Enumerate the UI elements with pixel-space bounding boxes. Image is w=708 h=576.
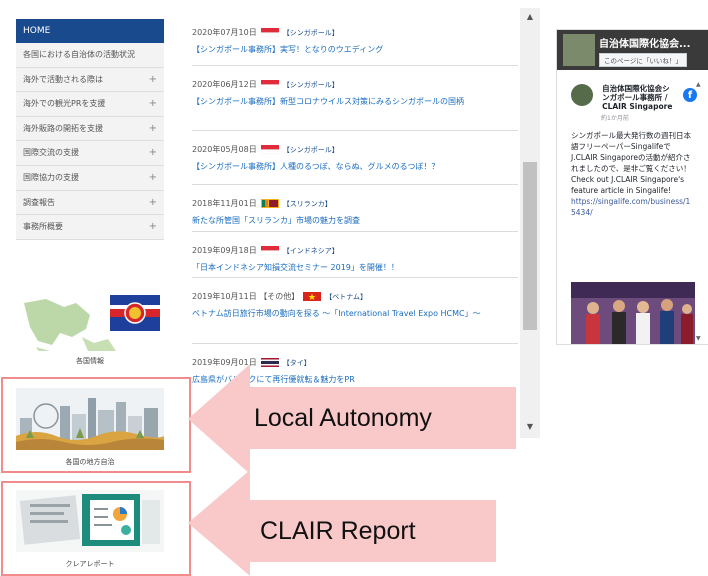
svg-text:▼: ▼ (696, 335, 701, 342)
expand-icon[interactable]: + (149, 191, 157, 215)
sidebar-item-label: 調査報告 (23, 197, 55, 207)
banner-caption: クレアレポート (65, 560, 115, 568)
facebook-page-widget: 自治体国際化協会... このページに「いいね！」 自治体国際化協会シンガポール事… (556, 29, 708, 345)
sidebar-item-overseas-activity[interactable]: 海外で活動される際は + (16, 68, 164, 93)
sidebar-item-sales-channel[interactable]: 海外販路の開拓を支援 + (16, 117, 164, 142)
expand-icon[interactable]: + (149, 68, 157, 92)
news-category: 【インドネシア】 (282, 246, 339, 255)
news-title-link[interactable]: 【シンガポール事務所】人種のるつぼ、ならぬ、グルメのるつぼ！？ (192, 160, 518, 173)
singapore-flag-icon (260, 145, 279, 155)
news-date: 2020年06月12日 (192, 80, 257, 89)
facebook-like-button[interactable]: このページに「いいね！」 (599, 53, 687, 67)
banner-caption: 各国の地方自治 (65, 458, 115, 466)
list-item[interactable]: 2020年06月12日 【シンガポール】 【シンガポール事務所】新型コロナウイル… (192, 66, 518, 131)
sidebar-item-label: 国際協力の支援 (23, 172, 79, 182)
sidebar-item-tourism-pr[interactable]: 海外での観光PRを支援 + (16, 92, 164, 117)
sidebar-item-intl-exchange[interactable]: 国際交流の支援 + (16, 141, 164, 166)
sidebar-item-label: 各国における自治体の活動状況 (23, 50, 135, 59)
sidebar-item-office-overview[interactable]: 事務所概要 + (16, 215, 164, 240)
news-title-link[interactable]: 「日本インドネシア知損交流セミナー 2019」を開催！！ (192, 261, 518, 274)
news-date: 2020年07月10日 (192, 28, 257, 37)
news-category: 【ベトナム】 (325, 292, 368, 301)
banner-local-autonomy[interactable]: 各国の地方自治 (16, 388, 164, 467)
thailand-flag-icon (260, 358, 279, 367)
news-category: 【シンガポール】 (282, 145, 339, 154)
news-category: 【タイ】 (282, 358, 311, 367)
expand-icon[interactable]: + (149, 166, 157, 190)
callout-arrow-clair-report (188, 470, 250, 576)
cityscape-image (16, 388, 164, 450)
news-title-link[interactable]: 【シンガポール事務所】新型コロナウイルス対策にみるシンガポールの国柄 (192, 95, 518, 108)
report-documents-image (16, 490, 164, 552)
avatar[interactable] (571, 84, 593, 106)
list-item[interactable]: 2020年05月08日 【シンガポール】 【シンガポール事務所】人種のるつぼ、な… (192, 131, 518, 185)
sidebar-item-intl-cooperation[interactable]: 国際協力の支援 + (16, 166, 164, 191)
news-category: 【シンガポール】 (282, 80, 339, 89)
sidebar-item-label: 海外販路の開拓を支援 (23, 123, 103, 133)
post-link[interactable]: https://singalife.com/business/15434/ (571, 196, 695, 218)
banner-country-info[interactable]: 各国情報 (16, 293, 164, 366)
sidebar-item-label: 事務所概要 (23, 222, 63, 232)
post-author[interactable]: 自治体国際化協会シンガポール事務所 / CLAIR Singapore (602, 84, 674, 111)
callout-label-clair-report: CLAIR Report (260, 517, 416, 545)
facebook-widget-scrollbar[interactable]: ▲ ▼ (695, 78, 703, 343)
singapore-flag-icon (260, 28, 279, 38)
news-category: 【シンガポール】 (282, 28, 339, 37)
banner-clair-report[interactable]: クレアレポート (16, 490, 164, 569)
svg-text:▲: ▲ (696, 81, 701, 88)
expand-icon[interactable]: + (149, 141, 157, 165)
srilanka-flag-icon (260, 199, 279, 208)
sidebar-item-label: 海外での観光PRを支援 (23, 99, 106, 109)
vietnam-flag-icon (303, 292, 322, 301)
news-list: 2020年07月10日 【シンガポール】 【シンガポール事務所】実写！となりのウ… (192, 14, 518, 392)
list-item[interactable]: 2019年10月11日 【その他】 【ベトナム】 ベトナム訪日旅行市場の動向を探… (192, 278, 518, 344)
sidebar-nav: HOME 各国における自治体の活動状況 海外で活動される際は + 海外での観光P… (16, 19, 164, 240)
news-date: 2018年11月01日 (192, 199, 257, 208)
news-date: 2019年09月18日 (192, 246, 257, 255)
post-photo[interactable] (571, 282, 695, 344)
news-title-link[interactable]: 新たな所管国「スリランカ」市場の魅力を調査 (192, 214, 518, 227)
list-item[interactable]: 2018年11月01日 【スリランカ】 新たな所管国「スリランカ」市場の魅力を調… (192, 185, 518, 232)
expand-icon[interactable]: + (149, 117, 157, 141)
news-date: 2020年05月08日 (192, 145, 257, 154)
post-timestamp[interactable]: 約1か月前 (601, 113, 695, 122)
scrollbar-thumb[interactable] (523, 162, 537, 330)
indonesia-flag-icon (260, 246, 279, 256)
callout-label-local-autonomy: Local Autonomy (254, 404, 432, 432)
post-text: シンガポール最大発行数の週刊日本語フリーペーパーSingalifeでJ.CLAI… (571, 131, 691, 195)
sidebar-item-activities[interactable]: 各国における自治体の活動状況 (16, 43, 164, 68)
news-title-link[interactable]: ベトナム訪日旅行市場の動向を探る 〜「International Travel … (192, 307, 518, 320)
list-item[interactable]: 2020年07月10日 【シンガポール】 【シンガポール事務所】実写！となりのウ… (192, 14, 518, 66)
facebook-post: 自治体国際化協会シンガポール事務所 / CLAIR Singapore f 約1… (571, 84, 697, 218)
news-date: 2019年09月01日 (192, 358, 257, 367)
sidebar-item-home[interactable]: HOME (16, 19, 164, 43)
expand-icon[interactable]: + (149, 215, 157, 239)
sidebar-item-label: 国際交流の支援 (23, 148, 79, 158)
facebook-page-header[interactable]: 自治体国際化協会... このページに「いいね！」 (557, 30, 708, 70)
page-cover-thumbnail (563, 34, 595, 66)
list-item[interactable]: 2019年09月18日 【インドネシア】 「日本インドネシア知損交流セミナー 2… (192, 232, 518, 278)
news-title-link[interactable]: 【シンガポール事務所】実写！となりのウエディング (192, 43, 518, 56)
scroll-up-icon[interactable]: ▲ (520, 12, 540, 21)
sidebar-item-research[interactable]: 調査報告 + (16, 191, 164, 216)
news-category: 【スリランカ】 (282, 199, 332, 208)
asean-map-image (16, 293, 164, 351)
facebook-like-label: このページに「いいね！」 (604, 57, 682, 65)
banner-caption: 各国情報 (76, 357, 104, 365)
sidebar-item-label: 海外で活動される際は (23, 74, 103, 84)
singapore-flag-icon (260, 80, 279, 90)
news-date: 2019年10月11日 【その他】 (192, 292, 300, 301)
expand-icon[interactable]: + (149, 92, 157, 116)
scroll-down-icon[interactable]: ▼ (520, 422, 540, 431)
news-scrollbar[interactable]: ▲ ▼ (520, 8, 540, 438)
facebook-page-title[interactable]: 自治体国際化協会... (599, 35, 690, 50)
